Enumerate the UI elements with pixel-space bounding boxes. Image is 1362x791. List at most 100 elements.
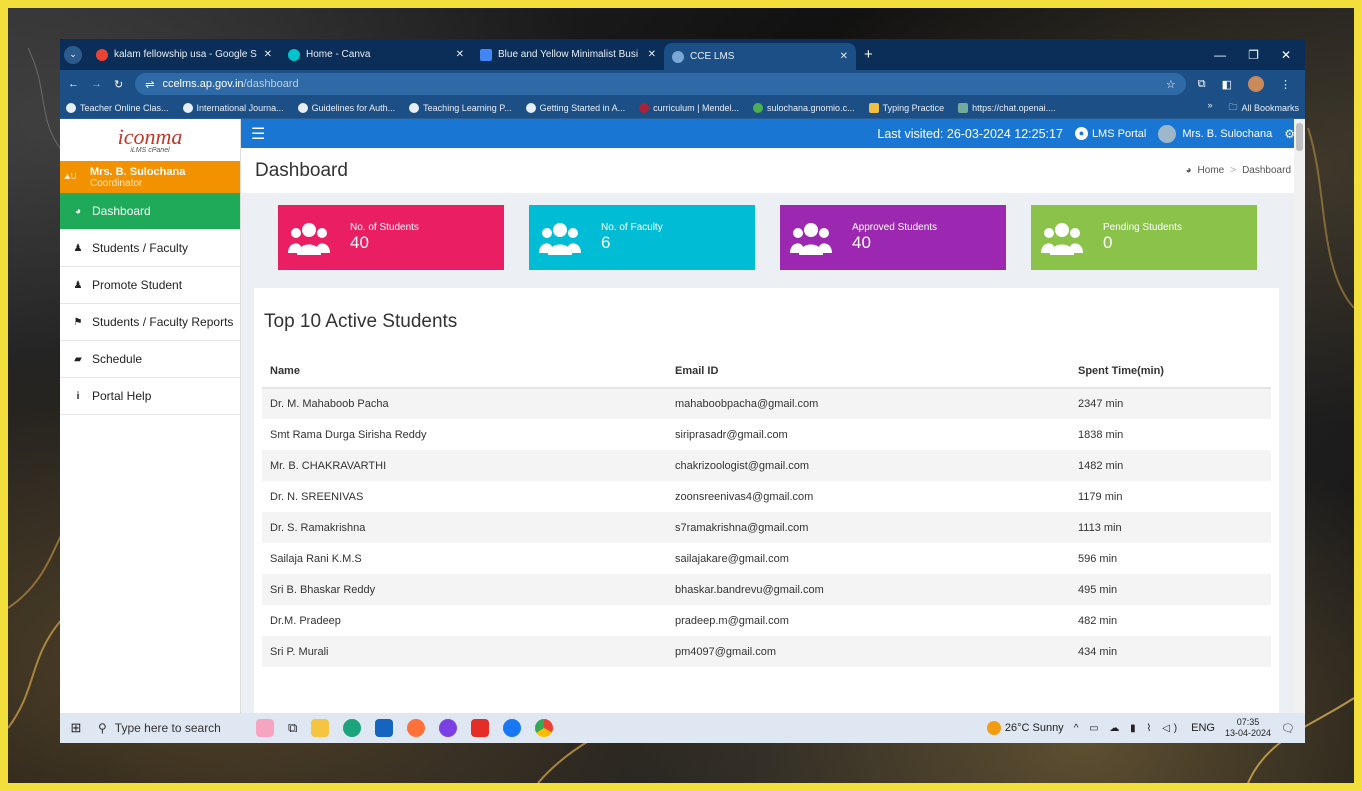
close-tab-icon[interactable]: ✕	[456, 49, 464, 60]
scrollbar-thumb[interactable]	[1296, 123, 1303, 151]
close-tab-icon[interactable]: ✕	[840, 51, 848, 62]
copilot-icon[interactable]	[439, 719, 458, 737]
task-view-icon[interactable]: ⧉	[288, 720, 297, 736]
all-bookmarks[interactable]: 🗀 All Bookmarks	[1228, 100, 1299, 116]
clock[interactable]: 07:35 13-04-2024	[1225, 717, 1271, 739]
minimize-icon[interactable]: —	[1214, 48, 1226, 62]
notifications-icon[interactable]: 🗨	[1281, 722, 1295, 735]
lms-portal-link[interactable]: ● LMS Portal	[1074, 127, 1146, 140]
language-indicator[interactable]: ENG	[1191, 722, 1215, 734]
bookmark-label: International Journa...	[196, 103, 284, 113]
new-tab-icon[interactable]: +	[856, 46, 881, 63]
typing-icon	[868, 103, 879, 113]
url-path: /dashboard	[243, 78, 299, 90]
tab-search-icon[interactable]: ⌄	[64, 45, 82, 64]
page-scrollbar[interactable]	[1294, 119, 1305, 713]
stat-box-pending[interactable]: Pending Students 0	[1031, 205, 1257, 270]
bookmark-item[interactable]: sulochana.gnomio.c...	[753, 103, 855, 113]
lms-app: iconma iLMS cPanel ⛰U Mrs. B. Sulochana …	[60, 119, 1305, 713]
column-header-email[interactable]: Email ID	[667, 355, 1070, 389]
user-panel: ⛰U Mrs. B. Sulochana Coordinator	[60, 161, 240, 193]
sidebar-item-students-faculty[interactable]: ♟ Students / Faculty	[60, 230, 240, 267]
sidebar: iconma iLMS cPanel ⛰U Mrs. B. Sulochana …	[60, 119, 241, 713]
cell-time: 495 min	[1070, 574, 1271, 605]
sidebar-item-schedule[interactable]: ▰ Schedule	[60, 341, 240, 378]
edge-icon[interactable]	[343, 719, 362, 737]
cell-name: Sri P. Murali	[262, 636, 667, 667]
address-bar-row: ← → ↻ ⇌ ccelms.ap.gov.in/dashboard ☆ ⧉ ◧…	[60, 70, 1305, 98]
extensions-icon[interactable]: ⧉	[1198, 78, 1206, 91]
tab-cce-lms[interactable]: CCE LMS ✕	[664, 43, 856, 70]
user-avatar	[1158, 124, 1177, 143]
stat-box-faculty[interactable]: No. of Faculty 6	[529, 205, 755, 270]
table-row: Smt Rama Durga Sirisha Reddy siriprasadr@…	[262, 419, 1271, 450]
sidebar-item-promote-student[interactable]: ♟ Promote Student	[60, 267, 240, 304]
sidebar-item-dashboard[interactable]: ◕ Dashboard	[60, 193, 240, 230]
bookmark-item[interactable]: Guidelines for Auth...	[297, 103, 395, 113]
file-explorer-icon[interactable]	[311, 719, 330, 737]
close-tab-icon[interactable]: ✕	[648, 49, 656, 60]
tab-title: Home - Canva	[306, 49, 371, 60]
more-bookmarks-icon[interactable]: »	[1207, 100, 1212, 116]
mail-icon[interactable]	[375, 719, 394, 737]
url-input[interactable]: ⇌ ccelms.ap.gov.in/dashboard ☆	[135, 73, 1186, 95]
bookmark-item[interactable]: https://chat.openai....	[958, 103, 1056, 113]
table-row: Mr. B. CHAKRAVARTHI chakrizoologist@gmail…	[262, 450, 1271, 481]
tab-blue-yellow[interactable]: Blue and Yellow Minimalist Busi ✕	[472, 39, 664, 70]
close-tab-icon[interactable]: ✕	[264, 49, 272, 60]
stat-box-approved[interactable]: Approved Students 40	[780, 205, 1006, 270]
user-avatar: ⛰U	[64, 172, 86, 182]
bookmark-item[interactable]: International Journa...	[182, 103, 284, 113]
logo[interactable]: iconma iLMS cPanel	[60, 119, 240, 161]
site-settings-icon[interactable]: ⇌	[145, 78, 154, 91]
user-role: Coordinator	[90, 177, 143, 189]
menu-toggle-icon[interactable]: ☰	[251, 124, 265, 144]
close-window-icon[interactable]: ✕	[1281, 48, 1291, 62]
sidebar-item-reports[interactable]: ⚑ Students / Faculty Reports	[60, 304, 240, 341]
bookmark-item[interactable]: Teacher Online Clas...	[66, 103, 169, 113]
bookmark-item[interactable]: Getting Started in A...	[525, 103, 625, 113]
chrome-icon[interactable]	[535, 719, 554, 737]
bookmark-label: Typing Practice	[882, 103, 945, 113]
bookmark-item[interactable]: curriculum | Mendel...	[639, 103, 739, 113]
bookmark-star-icon[interactable]: ☆	[1166, 78, 1176, 91]
stat-label: Approved Students	[852, 222, 938, 233]
reload-icon[interactable]: ↻	[114, 78, 123, 91]
tray-icons[interactable]: ^ ▭ ☁ ▮ ⌇ ◁)	[1074, 723, 1181, 734]
maximize-icon[interactable]: ❐	[1248, 48, 1259, 62]
windows-start-icon[interactable]: ⊞	[60, 720, 92, 736]
sidebar-item-portal-help[interactable]: i Portal Help	[60, 378, 240, 415]
profile-avatar[interactable]	[1248, 76, 1264, 92]
cell-email: pm4097@gmail.com	[667, 636, 1070, 667]
bookmark-label: Teacher Online Clas...	[80, 103, 169, 113]
column-header-name[interactable]: Name	[262, 355, 667, 389]
sidebar-item-label: Promote Student	[92, 278, 183, 292]
user-menu[interactable]: Mrs. B. Sulochana	[1158, 124, 1272, 143]
cell-email: pradeep.m@gmail.com	[675, 614, 789, 627]
cell-email: s7ramakrishna@gmail.com	[667, 512, 1070, 543]
forward-icon[interactable]: →	[91, 78, 102, 90]
bookmark-item[interactable]: Teaching Learning P...	[409, 103, 512, 113]
logo-subtitle: iLMS cPanel	[130, 146, 170, 154]
users-icon	[1041, 222, 1083, 255]
stat-label: Pending Students	[1103, 222, 1182, 233]
firefox-icon[interactable]	[407, 719, 426, 737]
openai-icon	[958, 103, 969, 113]
tab-canva[interactable]: Home - Canva ✕	[280, 39, 472, 70]
youtube-icon[interactable]	[471, 719, 490, 737]
facebook-icon[interactable]	[503, 719, 522, 737]
stat-box-students[interactable]: No. of Students 40	[278, 205, 504, 270]
taskbar-search[interactable]: ⚲ Type here to search	[92, 713, 242, 743]
shopping-bags-icon[interactable]	[256, 719, 274, 737]
bookmark-item[interactable]: Typing Practice	[868, 103, 945, 113]
column-header-time[interactable]: Spent Time(min)	[1070, 355, 1271, 389]
side-panel-icon[interactable]: ◧	[1222, 78, 1232, 91]
breadcrumb-home[interactable]: Home	[1198, 165, 1225, 176]
tab-google[interactable]: kalam fellowship usa - Google S ✕	[88, 39, 280, 70]
top-students-table: Name Email ID Spent Time(min) Dr. M. Mah…	[262, 355, 1271, 667]
back-icon[interactable]: ←	[68, 78, 79, 90]
page-title: Dashboard	[255, 159, 348, 181]
stat-label: No. of Students	[350, 222, 419, 233]
weather-widget[interactable]: 26°C Sunny	[986, 721, 1064, 735]
browser-menu-icon[interactable]: ⋮	[1280, 78, 1291, 91]
